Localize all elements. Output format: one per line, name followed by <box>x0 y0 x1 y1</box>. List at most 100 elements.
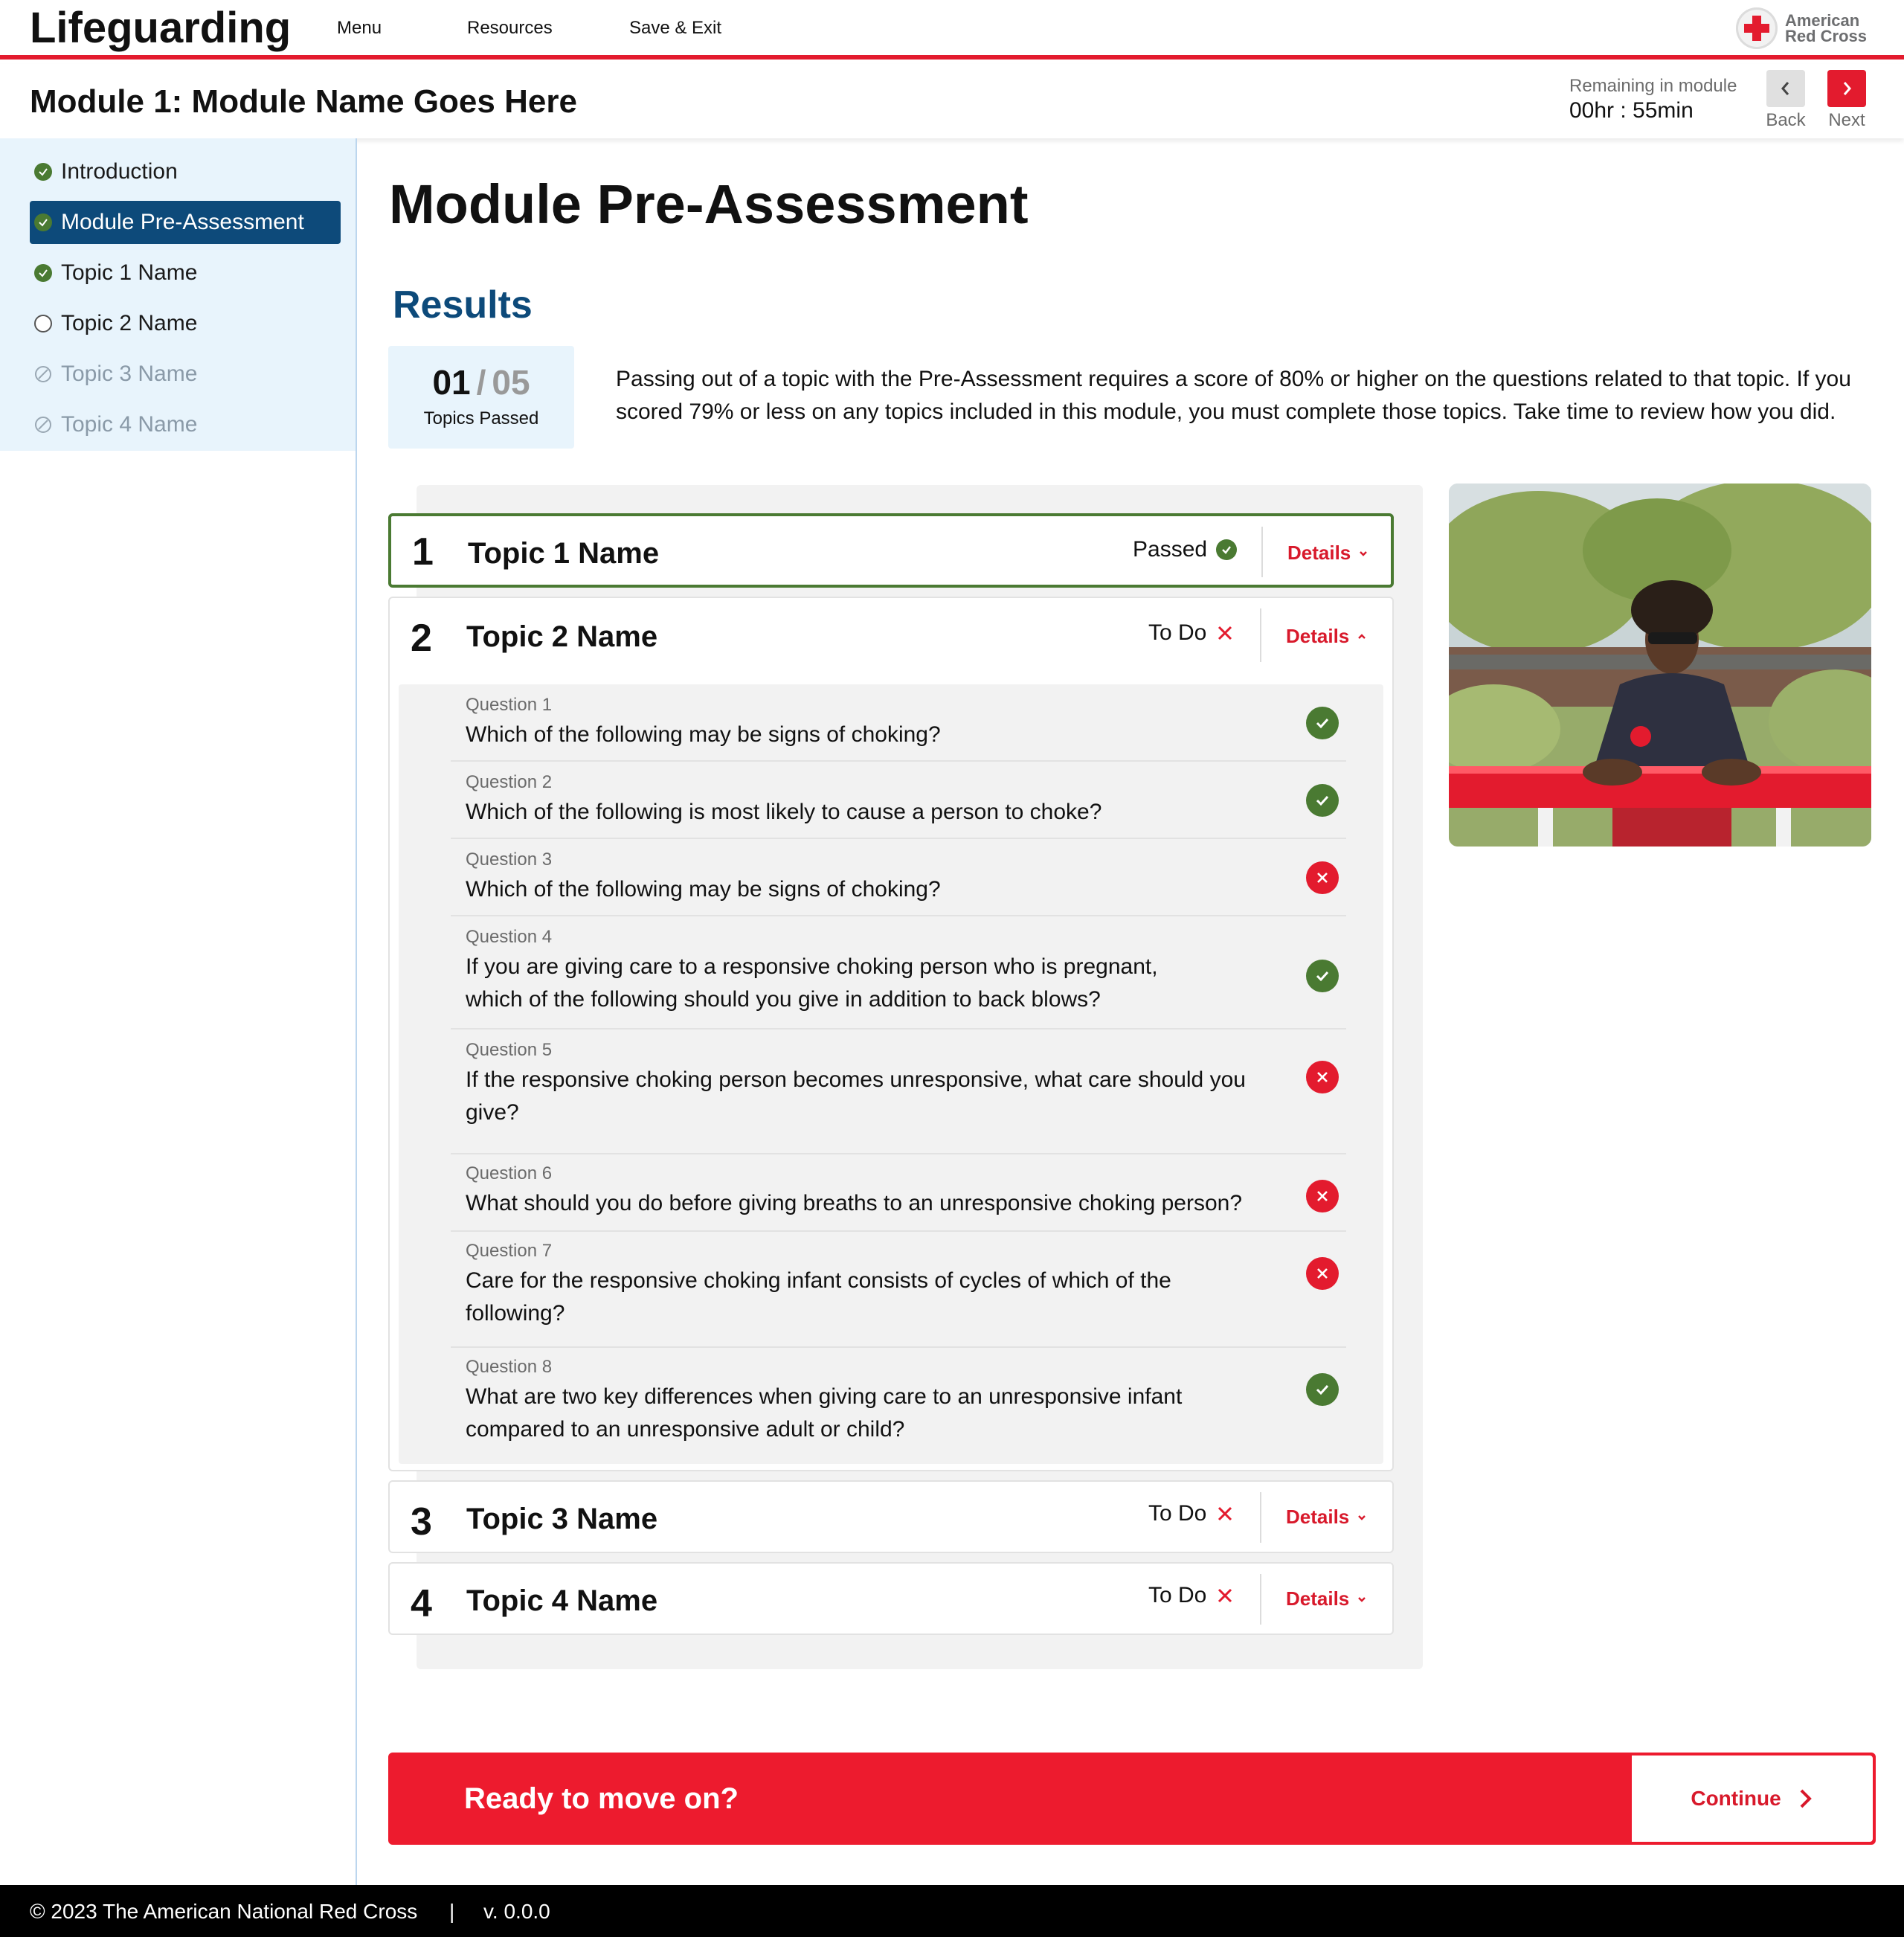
topic-name: Topic 3 Name <box>466 1503 658 1535</box>
question-label: Question 2 <box>466 772 553 792</box>
details-toggle[interactable]: Details <box>1287 542 1368 565</box>
question-label: Question 6 <box>466 1163 553 1183</box>
topic-status: To Do <box>1148 1501 1235 1526</box>
lifeguard-photo <box>1449 484 1871 847</box>
topic-number: 1 <box>412 530 434 574</box>
topic-status: To Do <box>1148 620 1235 646</box>
question-label: Question 1 <box>466 695 553 715</box>
details-label: Details <box>1286 625 1350 647</box>
sidebar-item-label: Introduction <box>61 159 178 184</box>
topic-card: 1 Topic 1 Name Passed Details <box>388 513 1394 588</box>
topics-passed-count: 01 <box>432 363 471 402</box>
chevron-right-icon <box>1843 82 1851 95</box>
nav-resources-link[interactable]: Resources <box>467 18 553 39</box>
incorrect-x-icon <box>1306 1180 1339 1212</box>
topic-name: Topic 4 Name <box>466 1584 658 1617</box>
page-title: Module Pre-Assessment <box>389 173 1029 235</box>
module-title: Module 1: Module Name Goes Here <box>30 83 577 120</box>
question-label: Question 4 <box>466 927 553 947</box>
chevron-right-icon <box>1800 1789 1812 1808</box>
incorrect-x-icon <box>1306 1257 1339 1290</box>
next-label: Next <box>1828 110 1865 130</box>
todo-x-icon <box>1218 626 1232 640</box>
logo-text-line2: Red Cross <box>1784 27 1867 45</box>
question-row: Question 3 Which of the following may be… <box>451 839 1346 916</box>
logo-text-line1: American <box>1784 11 1860 30</box>
chevron-left-icon <box>1781 82 1789 95</box>
todo-x-icon <box>1218 1506 1232 1521</box>
sidebar-item-label: Topic 3 Name <box>61 362 198 386</box>
chevron-down-icon <box>1358 1514 1366 1520</box>
next-button[interactable] <box>1827 70 1866 107</box>
sidebar-nav: Introduction Module Pre-Assessment Topic… <box>0 138 356 451</box>
nav-menu-link[interactable]: Menu <box>337 18 382 39</box>
details-label: Details <box>1286 1506 1350 1528</box>
question-text: Which of the following may be signs of c… <box>466 877 941 902</box>
question-row: Question 2 Which of the following is mos… <box>451 762 1346 839</box>
sidebar-item-label: Topic 2 Name <box>61 311 198 335</box>
topic-card: 3 Topic 3 Name To Do Details <box>388 1480 1394 1553</box>
sidebar-item-topic-3[interactable]: Topic 3 Name <box>30 353 341 396</box>
check-circle-icon <box>34 163 52 181</box>
locked-circle-icon <box>34 365 52 383</box>
question-row: Question 6 What should you do before giv… <box>451 1154 1346 1232</box>
remaining-time: 00hr : 55min <box>1569 98 1694 123</box>
topic-status-label: To Do <box>1148 1501 1207 1526</box>
ready-text: Ready to move on? <box>464 1782 739 1815</box>
correct-check-icon <box>1306 960 1339 992</box>
question-label: Question 8 <box>466 1357 553 1377</box>
correct-check-icon <box>1306 707 1339 739</box>
topics-passed-label: Topics Passed <box>423 408 539 428</box>
details-toggle[interactable]: Details <box>1286 1506 1367 1529</box>
todo-x-icon <box>1218 1588 1232 1603</box>
question-row: Question 8 What are two key differences … <box>451 1348 1346 1464</box>
sidebar: Introduction Module Pre-Assessment Topic… <box>0 138 357 1885</box>
nav-save-exit-link[interactable]: Save & Exit <box>629 18 721 39</box>
question-text: Which of the following is most likely to… <box>466 800 1102 824</box>
sidebar-item-topic-4[interactable]: Topic 4 Name <box>30 403 341 446</box>
continue-button[interactable]: Continue <box>1632 1755 1873 1842</box>
sidebar-item-topic-1[interactable]: Topic 1 Name <box>30 251 341 295</box>
incorrect-x-icon <box>1306 861 1339 894</box>
question-row: Question 7 Care for the responsive choki… <box>451 1232 1346 1348</box>
back-button[interactable] <box>1766 70 1805 107</box>
footer: © 2023 The American National Red Cross |… <box>0 1885 1904 1937</box>
check-circle-icon <box>34 264 52 282</box>
details-toggle[interactable]: Details <box>1286 1587 1367 1610</box>
score-separator: / <box>476 363 486 402</box>
locked-circle-icon <box>34 416 52 434</box>
sidebar-item-introduction[interactable]: Introduction <box>30 150 341 193</box>
topic-number: 3 <box>411 1500 432 1544</box>
sidebar-item-label: Module Pre-Assessment <box>61 210 304 234</box>
topic-status: To Do <box>1148 1583 1235 1608</box>
topic-number: 2 <box>411 617 432 660</box>
topics-total-count: 05 <box>492 363 530 402</box>
chevron-up-icon <box>1358 633 1366 639</box>
question-row: Question 5 If the responsive choking per… <box>451 1029 1346 1154</box>
module-header: Module 1: Module Name Goes Here Remainin… <box>0 64 1904 138</box>
question-text: What are two key differences when giving… <box>466 1384 1183 1442</box>
topic-status-label: To Do <box>1148 1583 1207 1607</box>
chevron-down-icon <box>1360 550 1368 556</box>
check-circle-icon <box>34 213 52 231</box>
question-label: Question 3 <box>466 849 553 870</box>
topic-card: 4 Topic 4 Name To Do Details <box>388 1562 1394 1635</box>
red-cross-logo: American Red Cross <box>1735 7 1867 49</box>
passed-check-icon <box>1216 539 1238 560</box>
red-cross-icon <box>1735 7 1778 49</box>
footer-divider: | <box>449 1900 455 1923</box>
sidebar-item-pre-assessment[interactable]: Module Pre-Assessment <box>30 201 341 244</box>
sidebar-item-topic-2[interactable]: Topic 2 Name <box>30 302 341 345</box>
details-toggle[interactable]: Details <box>1286 625 1367 648</box>
topic-name: Topic 1 Name <box>468 537 660 570</box>
divider <box>1260 1574 1261 1625</box>
copyright-text: © 2023 The American National Red Cross <box>30 1900 418 1923</box>
details-label: Details <box>1287 542 1351 564</box>
divider <box>1261 527 1263 577</box>
chevron-down-icon <box>1358 1596 1366 1602</box>
question-text: If the responsive choking person becomes… <box>466 1067 1246 1125</box>
topic-card-expanded: 2 Topic 2 Name To Do Details Question 1 … <box>388 597 1394 1471</box>
sidebar-item-label: Topic 4 Name <box>61 412 198 437</box>
topic-number: 4 <box>411 1582 432 1625</box>
app-title: Lifeguarding <box>30 4 292 52</box>
